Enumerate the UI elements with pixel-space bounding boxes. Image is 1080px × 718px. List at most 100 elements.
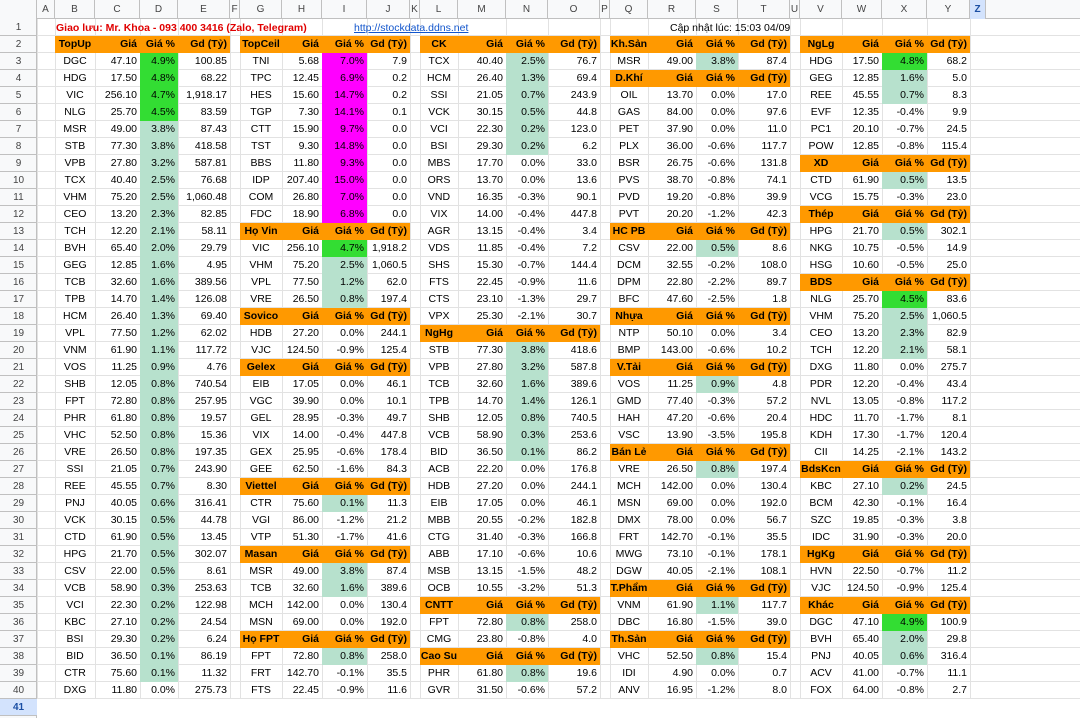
pct-cell[interactable]: 1.6% xyxy=(322,580,367,597)
price-cell[interactable]: 41.00 xyxy=(842,665,882,682)
section-header-bdskcn[interactable]: BdsKcn xyxy=(800,461,842,478)
ticker-cell[interactable]: HDC xyxy=(800,410,842,427)
ticker-cell[interactable]: NKG xyxy=(800,240,842,257)
ticker-cell[interactable]: HDB xyxy=(240,325,282,342)
pct-cell[interactable]: 0.5% xyxy=(140,546,178,563)
volume-cell[interactable]: 57.2 xyxy=(548,682,600,699)
pct-cell[interactable]: 4.7% xyxy=(140,87,178,104)
ticker-cell[interactable]: STB xyxy=(420,342,458,359)
col-label-pct[interactable]: Giá % xyxy=(322,223,367,240)
volume-cell[interactable]: 117.7 xyxy=(738,138,790,155)
ticker-cell[interactable]: NLG xyxy=(55,104,95,121)
ticker-cell[interactable]: VHC xyxy=(610,648,648,665)
price-cell[interactable]: 65.40 xyxy=(842,631,882,648)
pct-cell[interactable]: 2.5% xyxy=(140,172,178,189)
volume-cell[interactable]: 6.24 xyxy=(178,631,230,648)
pct-cell[interactable]: 0.5% xyxy=(506,104,548,121)
price-cell[interactable]: 69.00 xyxy=(648,495,696,512)
row-header-34[interactable]: 34 xyxy=(0,580,37,597)
volume-cell[interactable]: 1,918.2 xyxy=(367,240,410,257)
volume-cell[interactable]: 126.1 xyxy=(548,393,600,410)
volume-cell[interactable]: 29.8 xyxy=(927,631,970,648)
volume-cell[interactable]: 69.40 xyxy=(178,308,230,325)
col-label-pct[interactable]: Giá % xyxy=(696,70,738,87)
ticker-cell[interactable]: STB xyxy=(55,138,95,155)
price-cell[interactable]: 64.00 xyxy=(842,682,882,699)
volume-cell[interactable]: 8.0 xyxy=(738,682,790,699)
ticker-cell[interactable]: TCB xyxy=(55,274,95,291)
ticker-cell[interactable]: OCB xyxy=(420,580,458,597)
section-header-dkh[interactable]: D.Khí xyxy=(610,70,648,87)
pct-cell[interactable]: 0.0% xyxy=(696,104,738,121)
col-label-price[interactable]: Giá xyxy=(842,461,882,478)
price-cell[interactable]: 11.80 xyxy=(282,155,322,172)
volume-cell[interactable]: 257.95 xyxy=(178,393,230,410)
col-label-gd[interactable]: Gd (Tỷ) xyxy=(738,308,790,325)
volume-cell[interactable]: 192.0 xyxy=(738,495,790,512)
ticker-cell[interactable]: PNJ xyxy=(55,495,95,512)
pct-cell[interactable]: 4.9% xyxy=(882,614,927,631)
price-cell[interactable]: 40.05 xyxy=(95,495,140,512)
price-cell[interactable]: 13.20 xyxy=(95,206,140,223)
col-label-price[interactable]: Giá xyxy=(282,546,322,563)
pct-cell[interactable]: -0.6% xyxy=(696,410,738,427)
ticker-cell[interactable]: VJC xyxy=(240,342,282,359)
volume-cell[interactable]: 76.7 xyxy=(548,53,600,70)
volume-cell[interactable]: 44.78 xyxy=(178,512,230,529)
pct-cell[interactable]: -0.1% xyxy=(322,665,367,682)
ticker-cell[interactable]: TPB xyxy=(55,291,95,308)
pct-cell[interactable]: 0.2% xyxy=(140,614,178,631)
price-cell[interactable]: 31.90 xyxy=(842,529,882,546)
volume-cell[interactable]: 87.43 xyxy=(178,121,230,138)
price-cell[interactable]: 29.30 xyxy=(458,138,506,155)
volume-cell[interactable]: 3.8 xyxy=(927,512,970,529)
ticker-cell[interactable]: BSR xyxy=(610,155,648,172)
volume-cell[interactable]: 43.4 xyxy=(927,376,970,393)
volume-cell[interactable]: 275.7 xyxy=(927,359,970,376)
volume-cell[interactable]: 115.4 xyxy=(927,138,970,155)
pct-cell[interactable]: 0.0% xyxy=(506,495,548,512)
price-cell[interactable]: 72.80 xyxy=(458,614,506,631)
column-header-p[interactable]: P xyxy=(600,0,610,19)
col-label-gd[interactable]: Gd (Tỷ) xyxy=(738,36,790,53)
pct-cell[interactable]: -2.1% xyxy=(506,308,548,325)
column-header-i[interactable]: I xyxy=(322,0,367,19)
section-header-thsn[interactable]: Th.Sản xyxy=(610,631,648,648)
price-cell[interactable]: 17.05 xyxy=(458,495,506,512)
pct-cell[interactable]: 0.7% xyxy=(140,478,178,495)
pct-cell[interactable]: 2.1% xyxy=(140,223,178,240)
volume-cell[interactable]: 15.4 xyxy=(738,648,790,665)
col-label-pct[interactable]: Giá % xyxy=(322,359,367,376)
section-header-topup[interactable]: TopUp xyxy=(55,36,95,53)
col-label-pct[interactable]: Giá % xyxy=(506,597,548,614)
volume-cell[interactable]: 11.6 xyxy=(367,682,410,699)
price-cell[interactable]: 36.50 xyxy=(95,648,140,665)
price-cell[interactable]: 26.80 xyxy=(282,189,322,206)
volume-cell[interactable]: 89.7 xyxy=(738,274,790,291)
pct-cell[interactable]: 1.2% xyxy=(140,325,178,342)
pct-cell[interactable]: -1.7% xyxy=(882,427,927,444)
ticker-cell[interactable]: GEG xyxy=(55,257,95,274)
pct-cell[interactable]: -1.7% xyxy=(322,529,367,546)
ticker-cell[interactable]: SHS xyxy=(420,257,458,274)
col-label-price[interactable]: Giá xyxy=(282,478,322,495)
ticker-cell[interactable]: DPM xyxy=(610,274,648,291)
ticker-cell[interactable]: PDR xyxy=(800,376,842,393)
volume-cell[interactable]: 275.73 xyxy=(178,682,230,699)
volume-cell[interactable]: 11.2 xyxy=(927,563,970,580)
row-header-33[interactable]: 33 xyxy=(0,563,37,580)
price-cell[interactable]: 61.90 xyxy=(95,529,140,546)
volume-cell[interactable]: 11.1 xyxy=(927,665,970,682)
volume-cell[interactable]: 69.4 xyxy=(548,70,600,87)
volume-cell[interactable]: 90.1 xyxy=(548,189,600,206)
volume-cell[interactable]: 16.4 xyxy=(927,495,970,512)
col-label-pct[interactable]: Giá % xyxy=(696,308,738,325)
pct-cell[interactable]: 0.8% xyxy=(140,376,178,393)
price-cell[interactable]: 27.10 xyxy=(95,614,140,631)
pct-cell[interactable]: 1.3% xyxy=(506,70,548,87)
price-cell[interactable]: 22.20 xyxy=(458,461,506,478)
price-cell[interactable]: 142.70 xyxy=(648,529,696,546)
volume-cell[interactable]: 130.4 xyxy=(738,478,790,495)
pct-cell[interactable]: 3.8% xyxy=(696,53,738,70)
price-cell[interactable]: 14.25 xyxy=(842,444,882,461)
